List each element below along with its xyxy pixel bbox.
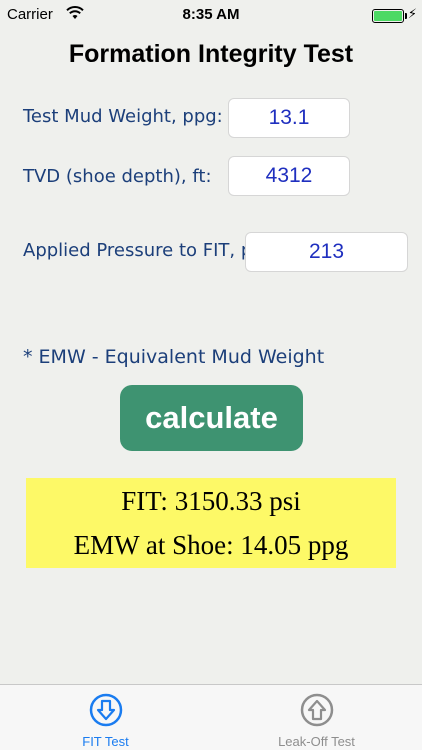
mud-weight-field[interactable]: 13.1: [228, 98, 350, 138]
emw-result: EMW at Shoe: 14.05 ppg: [73, 530, 349, 560]
down-arrow-circle-icon: [89, 693, 123, 727]
mud-weight-label: Test Mud Weight, ppg:: [23, 106, 223, 127]
tab-fit-test-label: FIT Test: [82, 734, 129, 749]
tab-fit-test[interactable]: FIT Test: [0, 685, 211, 750]
up-arrow-circle-icon: [300, 693, 334, 727]
tab-leak-off-test-label: Leak-Off Test: [278, 734, 355, 749]
battery-icon: [372, 9, 410, 23]
page-title: Formation Integrity Test: [68, 40, 354, 68]
emw-note: * EMW - Equivalent Mud Weight: [23, 346, 325, 368]
status-bar: Carrier 8:35 AM ⚡: [0, 0, 422, 30]
tab-leak-off-test[interactable]: Leak-Off Test: [211, 685, 422, 750]
applied-pressure-label: Applied Pressure to FIT, psi:: [23, 240, 273, 261]
tvd-field[interactable]: 4312: [228, 156, 350, 196]
result-box: FIT: 3150.33 psi EMW at Shoe: 14.05 ppg: [26, 478, 396, 568]
tvd-label: TVD (shoe depth), ft:: [23, 166, 212, 187]
applied-pressure-field[interactable]: 213: [245, 232, 408, 272]
calculate-button[interactable]: calculate: [120, 385, 303, 451]
charging-icon: ⚡: [407, 6, 417, 21]
clock: 8:35 AM: [182, 6, 240, 23]
tab-bar: FIT Test Leak-Off Test: [0, 684, 422, 750]
fit-result: FIT: 3150.33 psi: [121, 486, 301, 516]
